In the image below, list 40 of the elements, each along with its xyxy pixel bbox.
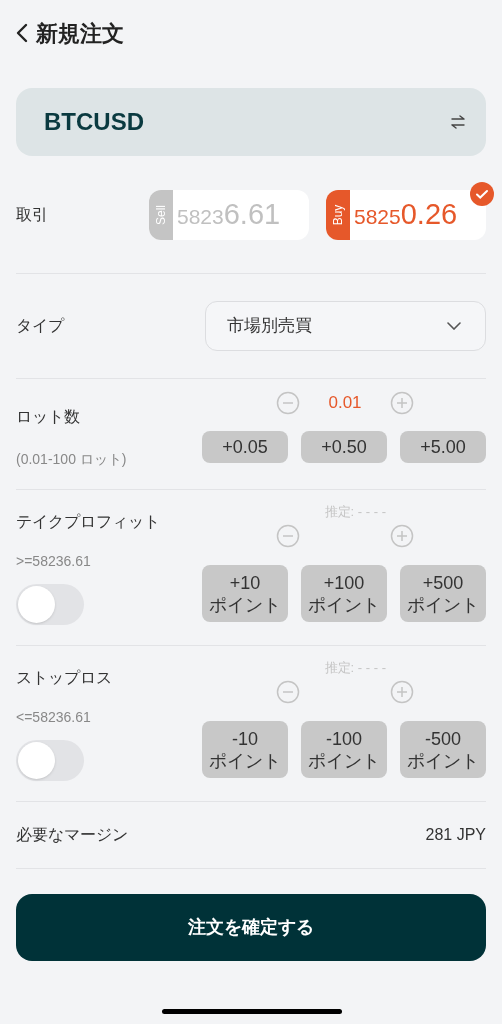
increment-button[interactable]: +5.00 — [400, 431, 486, 463]
minus-icon[interactable] — [276, 391, 300, 415]
check-badge-icon — [470, 181, 494, 206]
lot-range: (0.01-100 ロット) — [16, 450, 127, 469]
increment-button[interactable]: +10 ポイント — [202, 565, 288, 622]
row-label: ロット数 — [16, 407, 81, 427]
increment-button[interactable]: +0.50 — [301, 431, 387, 463]
chevron-down-icon — [447, 322, 461, 330]
symbol-name: BTCUSD — [44, 107, 144, 137]
row-label: ストップロス — [16, 668, 112, 688]
increment-button[interactable]: -500 ポイント — [400, 721, 486, 778]
confirm-order-button[interactable]: 注文を確定する — [16, 894, 486, 961]
increment-button[interactable]: +500 ポイント — [400, 565, 486, 622]
back-icon[interactable] — [16, 23, 28, 43]
page-title: 新規注文 — [36, 19, 124, 48]
margin-value: 281 JPY — [425, 825, 486, 845]
row-label: 必要なマージン — [16, 825, 128, 845]
price: 58236.61 — [177, 196, 281, 232]
limit-text: <=58236.61 — [16, 708, 92, 727]
symbol-selector[interactable]: BTCUSD — [16, 88, 486, 156]
lot-value: 0.01 — [328, 392, 362, 415]
row-label: 取引 — [16, 204, 49, 225]
row-label: タイプ — [16, 316, 64, 336]
toggle-switch[interactable] — [16, 584, 84, 625]
plus-icon[interactable] — [390, 391, 414, 415]
price: 58250.26 — [354, 196, 458, 232]
increment-button[interactable]: +0.05 — [202, 431, 288, 463]
increment-button[interactable]: +100 ポイント — [301, 565, 387, 622]
increment-button[interactable]: -100 ポイント — [301, 721, 387, 778]
swap-icon[interactable] — [450, 115, 466, 129]
limit-text: >=58236.61 — [16, 552, 92, 571]
minus-icon[interactable] — [276, 680, 300, 704]
buy-price-card[interactable]: Buy 58250.26 — [326, 189, 486, 240]
row-label: テイクプロフィット — [16, 512, 160, 532]
toggle-switch[interactable] — [16, 740, 84, 781]
increment-button[interactable]: -10 ポイント — [202, 721, 288, 778]
order-type-dropdown[interactable]: 市場別売買 — [205, 301, 486, 351]
plus-icon[interactable] — [390, 524, 414, 548]
minus-icon[interactable] — [276, 524, 300, 548]
plus-icon[interactable] — [390, 680, 414, 704]
